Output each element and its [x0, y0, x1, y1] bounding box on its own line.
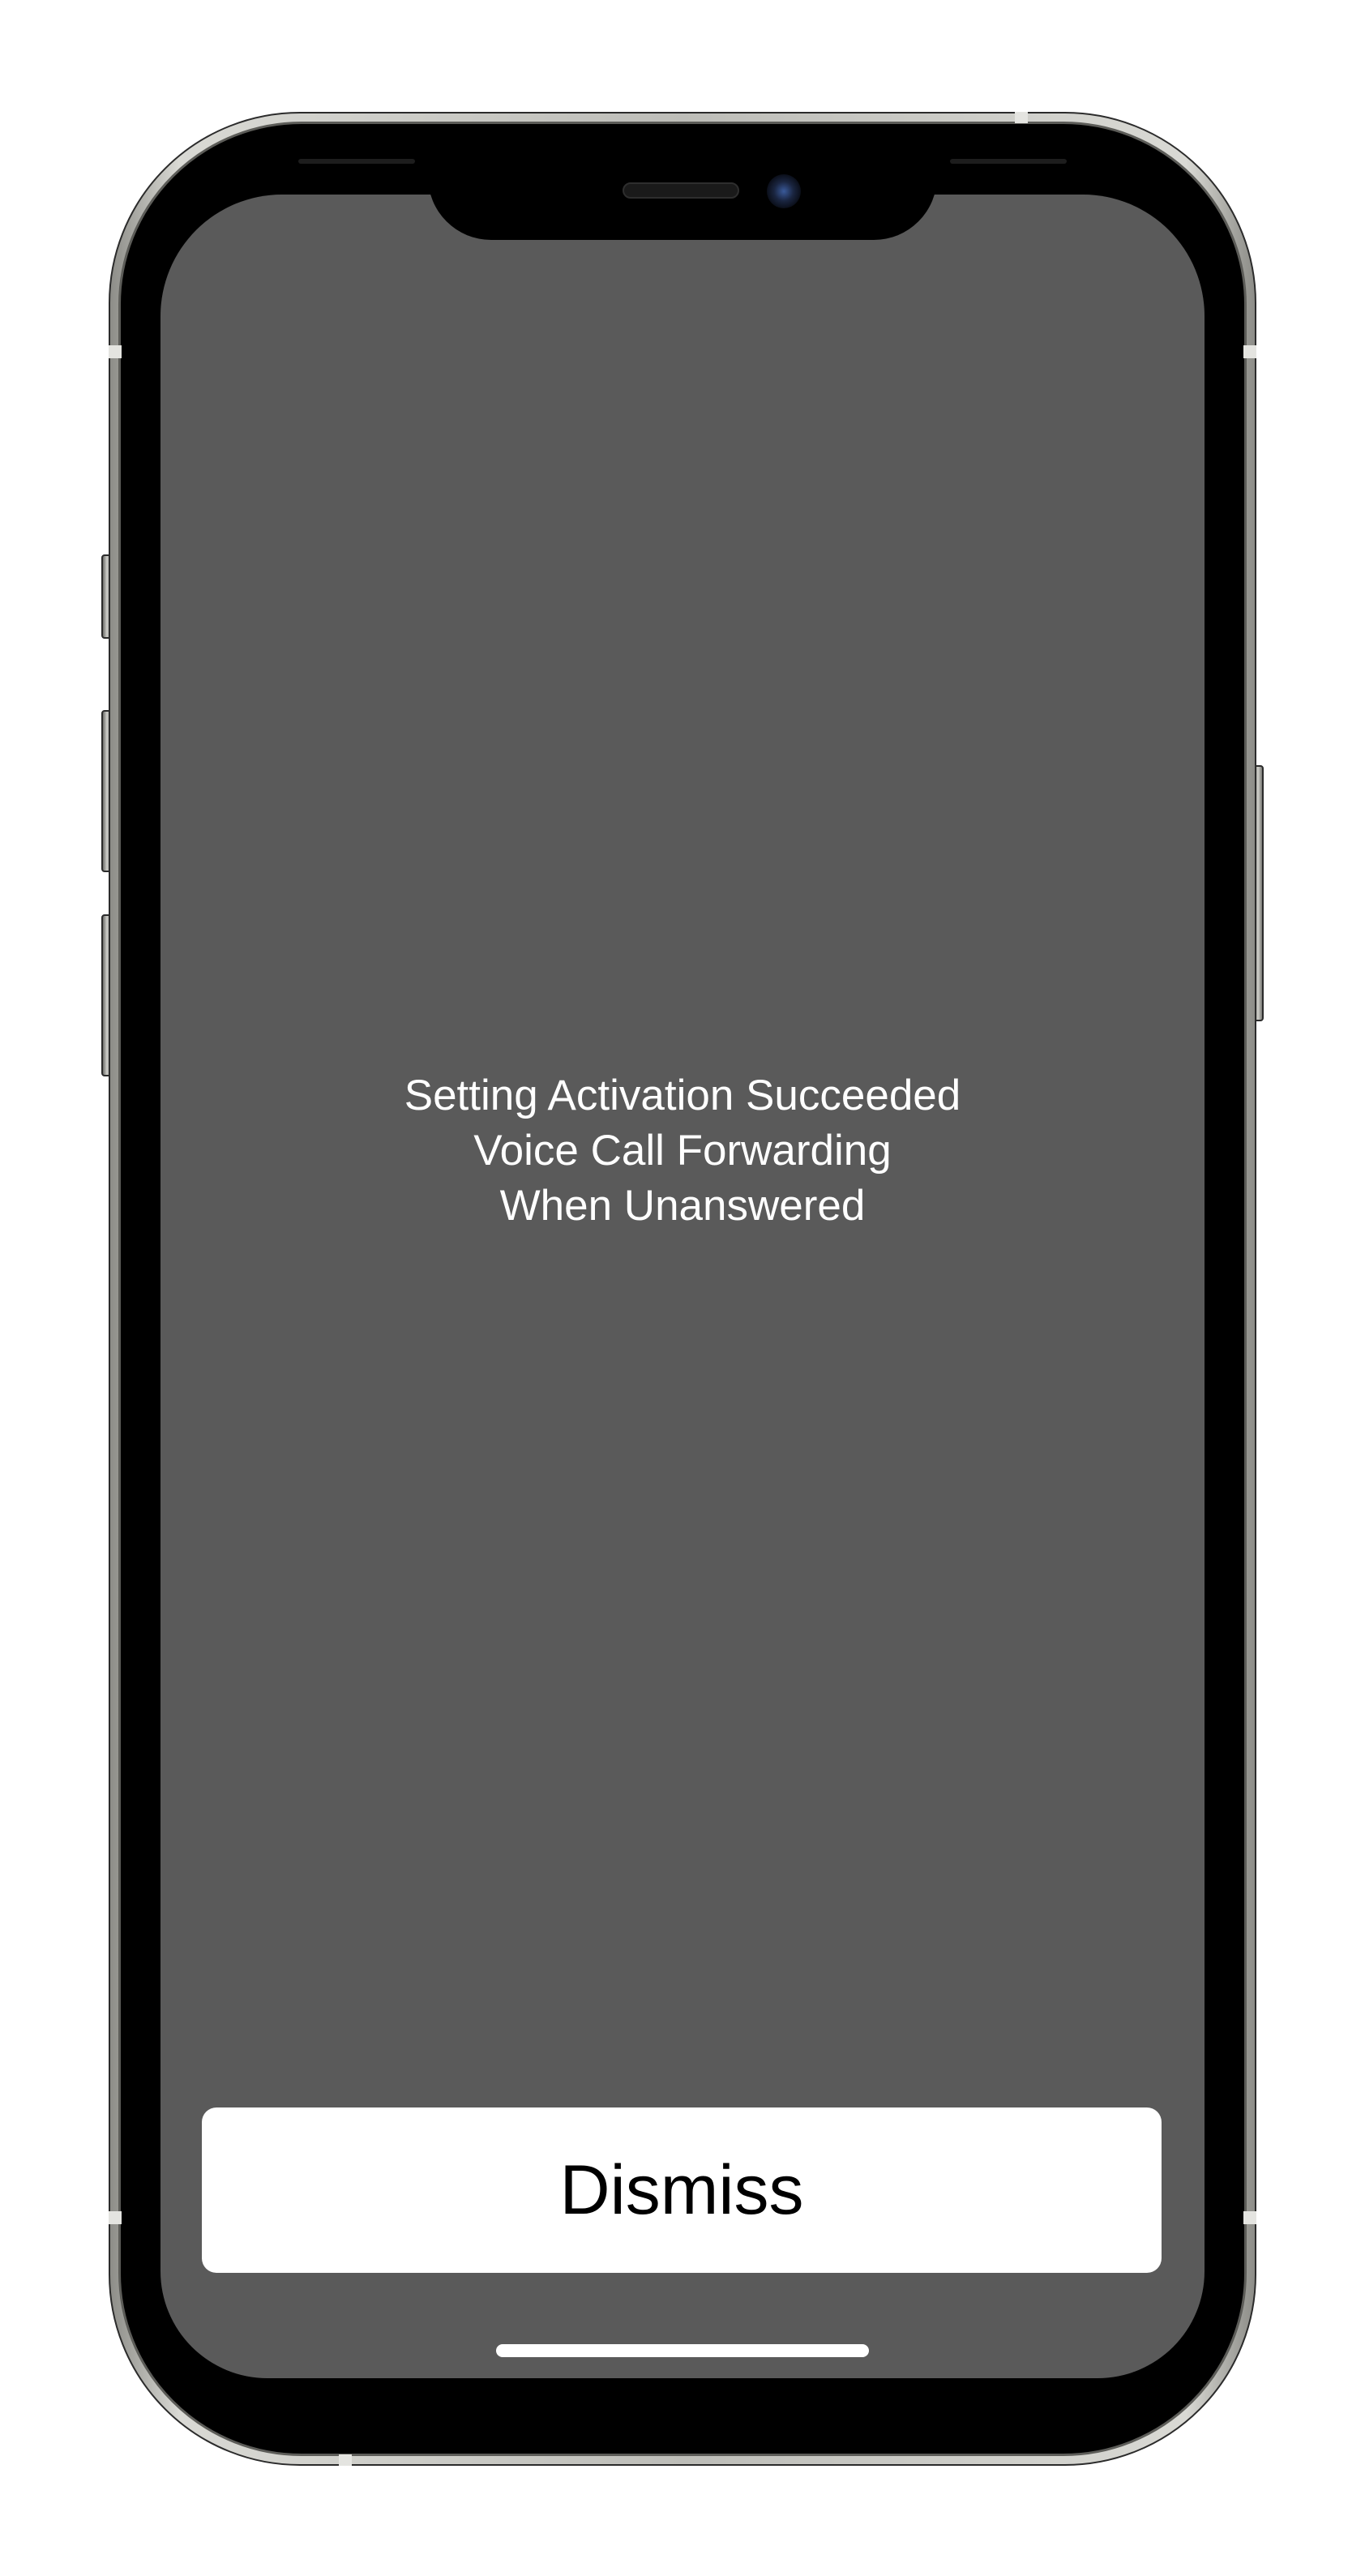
alert-title: Setting Activation Succeeded	[404, 1072, 961, 1119]
antenna-band	[1243, 345, 1256, 358]
alert-condition: When Unanswered	[499, 1182, 866, 1230]
phone-screen	[160, 195, 1205, 2378]
antenna-band	[109, 345, 122, 358]
front-camera-icon	[767, 174, 801, 208]
antenna-band	[1243, 2211, 1256, 2224]
bezel-highlight	[950, 159, 1067, 164]
bezel-highlight	[298, 159, 415, 164]
alert-service: Voice Call Forwarding	[473, 1127, 892, 1175]
dismiss-button-label: Dismiss	[559, 2150, 804, 2229]
dismiss-button[interactable]: Dismiss	[202, 2107, 1162, 2273]
earpiece-speaker	[623, 182, 739, 199]
antenna-band	[1015, 112, 1028, 123]
antenna-band	[109, 2211, 122, 2224]
alert-message: Setting Activation Succeeded Voice Call …	[160, 1068, 1205, 1234]
antenna-band	[339, 2454, 352, 2466]
home-indicator[interactable]	[496, 2344, 869, 2357]
